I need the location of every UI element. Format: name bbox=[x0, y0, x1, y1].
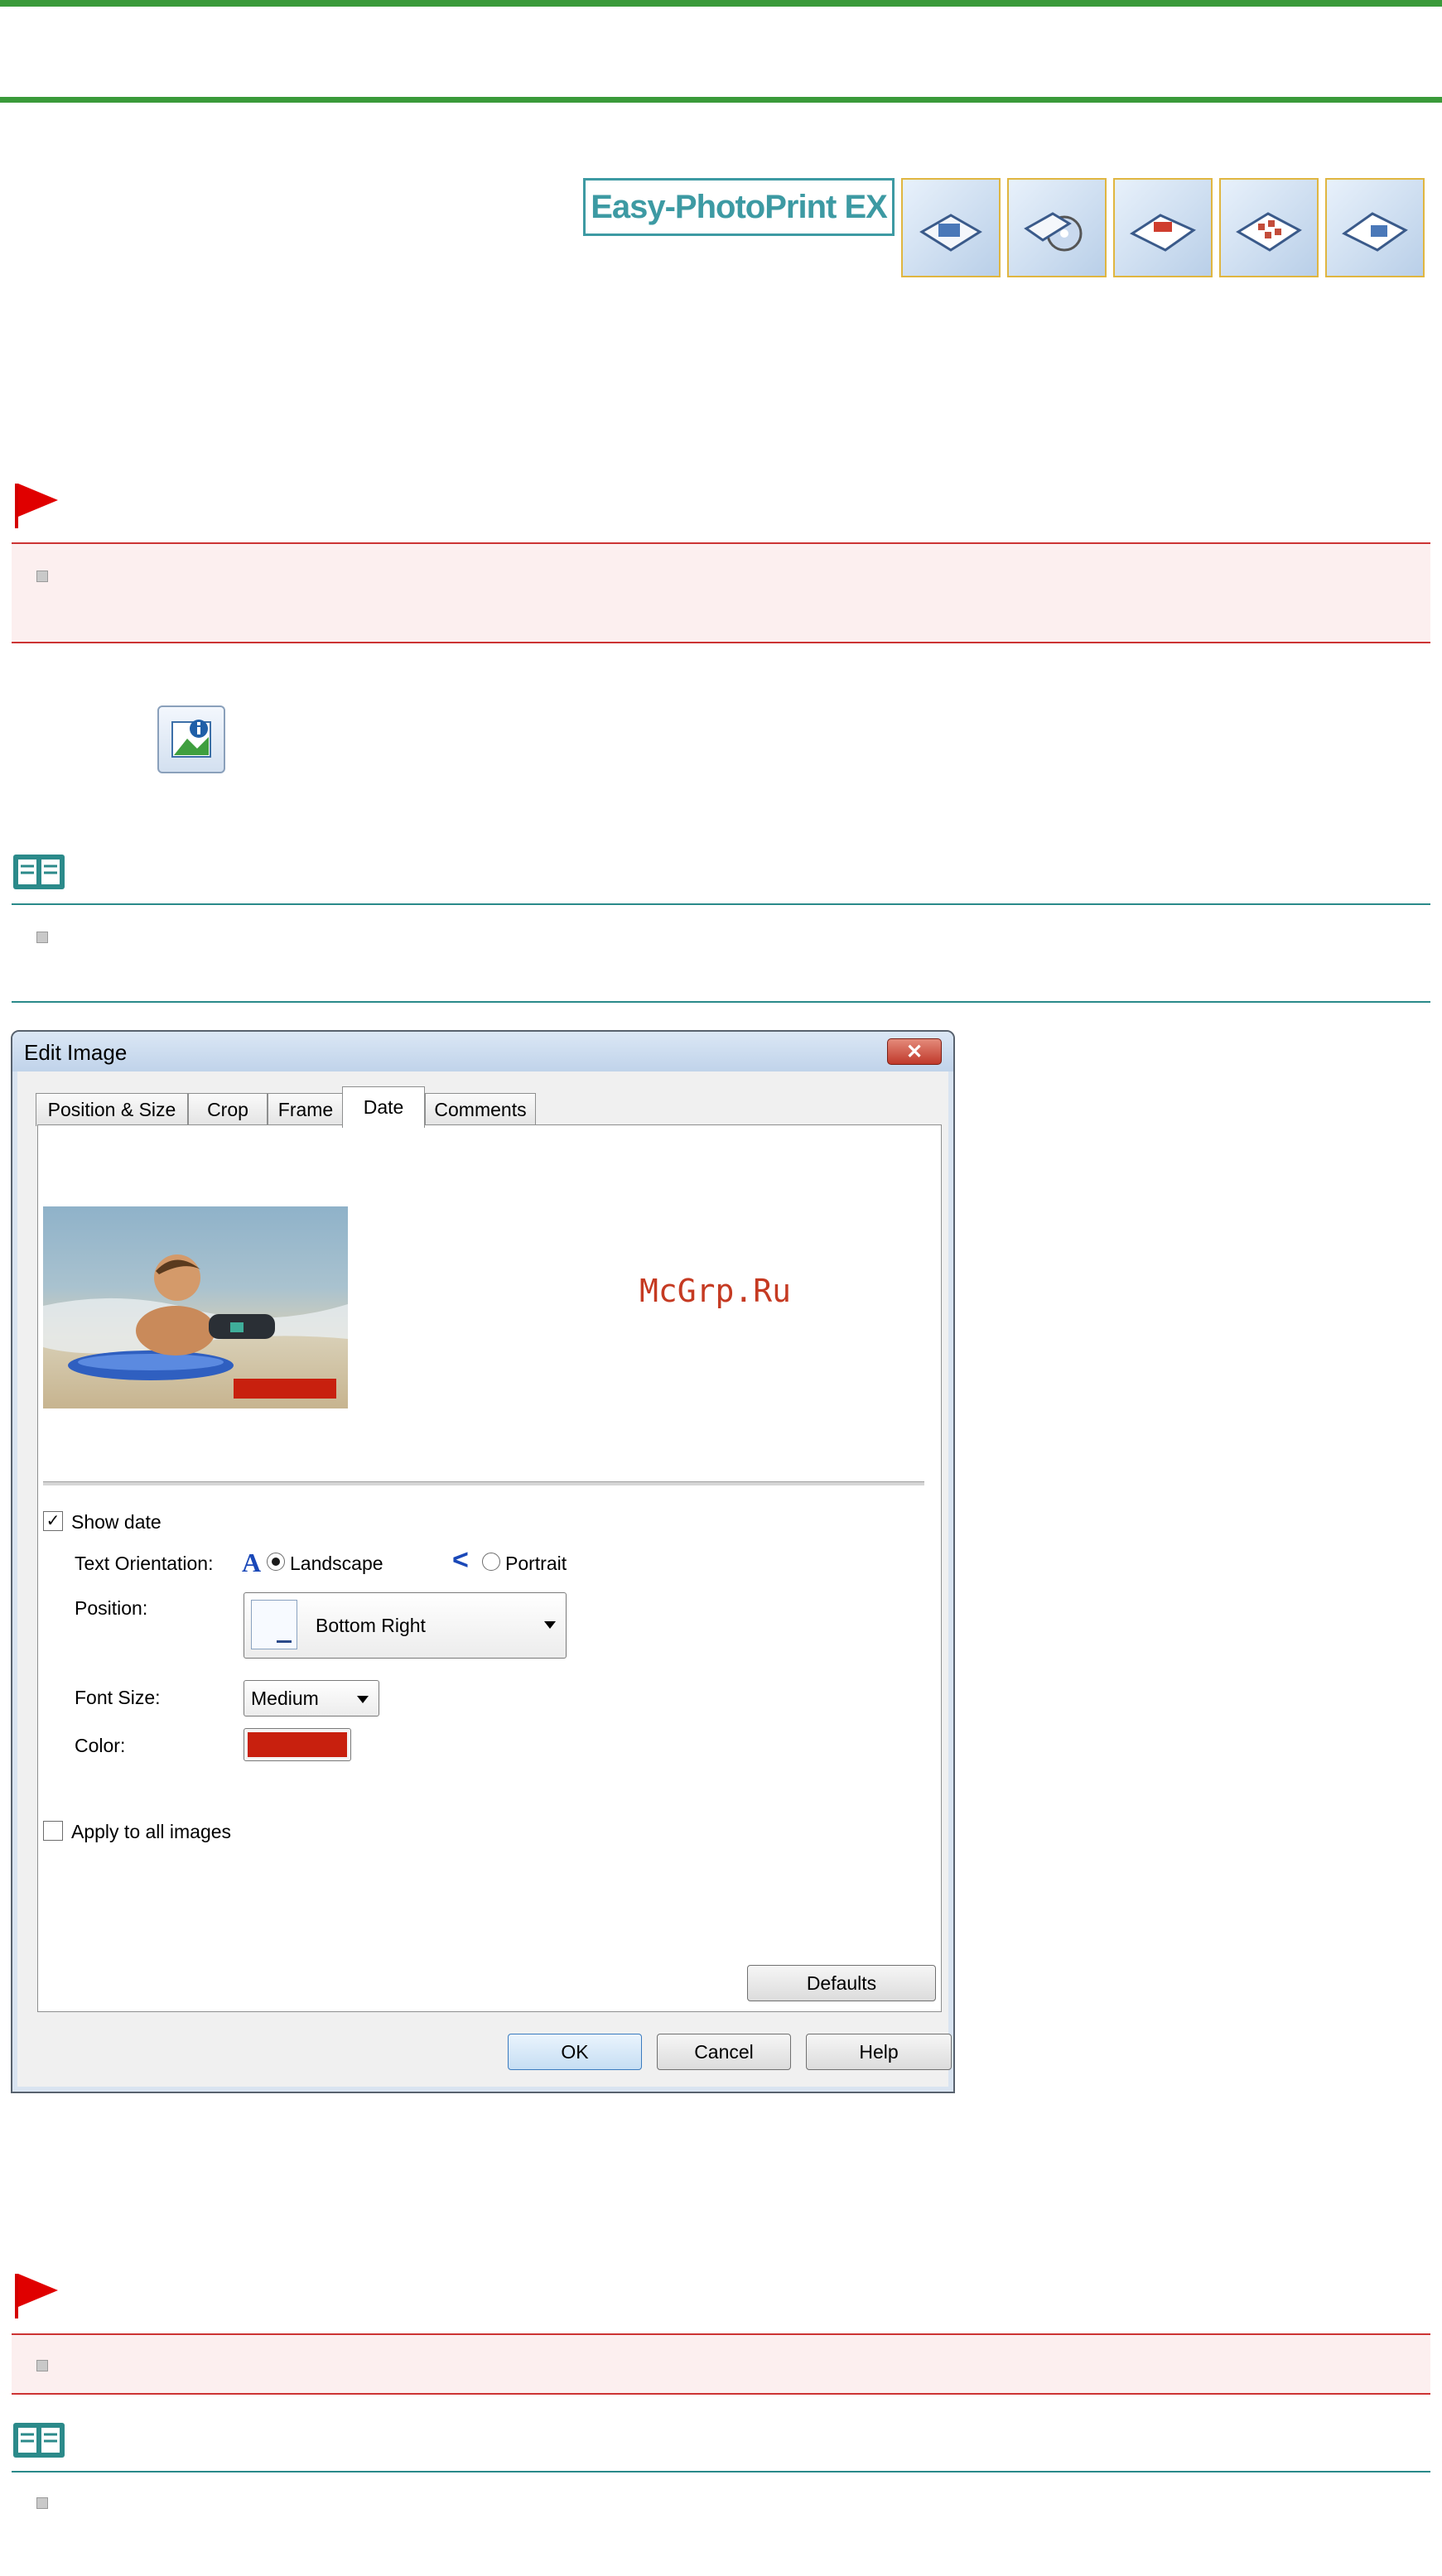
close-button[interactable]: ✕ bbox=[887, 1038, 942, 1065]
separator bbox=[43, 1481, 924, 1486]
preview-image bbox=[43, 1206, 348, 1408]
note-book-icon bbox=[13, 855, 65, 889]
important-box-2 bbox=[12, 2333, 1430, 2395]
note-box-1 bbox=[12, 903, 1430, 1003]
image-info-icon bbox=[171, 720, 211, 758]
position-label: Position: bbox=[75, 1597, 148, 1619]
color-picker-button[interactable] bbox=[244, 1728, 351, 1761]
date-tab-panel: McGrp.Ru ✓ Show date Text Orientation: A… bbox=[37, 1124, 942, 2012]
tab-crop[interactable]: Crop bbox=[188, 1093, 268, 1126]
font-size-label: Font Size: bbox=[75, 1687, 161, 1708]
album-icon[interactable] bbox=[901, 178, 1001, 277]
app-logo: Easy-PhotoPrint EX bbox=[583, 178, 895, 236]
dialog-titlebar: Edit Image ✕ bbox=[12, 1032, 953, 1071]
dialog-title: Edit Image bbox=[24, 1040, 128, 1065]
color-label: Color: bbox=[75, 1735, 126, 1756]
ok-button[interactable]: OK bbox=[508, 2034, 642, 2070]
position-dropdown[interactable]: Bottom Right bbox=[244, 1592, 567, 1659]
header-rule bbox=[0, 97, 1442, 103]
cancel-button[interactable]: Cancel bbox=[657, 2034, 791, 2070]
bullet-marker bbox=[36, 571, 48, 582]
help-button[interactable]: Help bbox=[806, 2034, 952, 2070]
landscape-label: Landscape bbox=[290, 1553, 383, 1574]
watermark-text: McGrp.Ru bbox=[639, 1273, 792, 1309]
checkmark-icon: ✓ bbox=[46, 1512, 60, 1530]
apply-all-checkbox[interactable] bbox=[43, 1821, 63, 1841]
text-orientation-label: Text Orientation: bbox=[75, 1553, 214, 1574]
font-size-dropdown[interactable]: Medium bbox=[244, 1680, 379, 1717]
date-stamp-preview bbox=[234, 1379, 336, 1399]
defaults-button[interactable]: Defaults bbox=[747, 1965, 936, 2001]
important-flag-icon bbox=[15, 2274, 58, 2318]
image-info-button[interactable] bbox=[157, 705, 225, 773]
note-book-icon bbox=[13, 2423, 65, 2458]
bullet-marker bbox=[36, 2360, 48, 2371]
bullet-marker bbox=[36, 2497, 48, 2509]
top-rule bbox=[0, 0, 1442, 7]
layout-print-icon[interactable] bbox=[1325, 178, 1425, 277]
position-preview-icon bbox=[251, 1600, 297, 1649]
tab-frame[interactable]: Frame bbox=[268, 1093, 344, 1126]
show-date-label: Show date bbox=[71, 1511, 162, 1533]
position-value: Bottom Right bbox=[316, 1615, 426, 1636]
color-swatch bbox=[248, 1732, 347, 1757]
note-box-2 bbox=[12, 2471, 1430, 2564]
edit-image-dialog: Edit Image ✕ Position & Size Crop Frame … bbox=[11, 1030, 955, 2093]
stickers-icon[interactable] bbox=[1219, 178, 1319, 277]
show-date-checkbox[interactable]: ✓ bbox=[43, 1511, 63, 1531]
chevron-down-icon bbox=[357, 1696, 369, 1703]
portrait-label: Portrait bbox=[505, 1553, 567, 1574]
important-box-1 bbox=[12, 542, 1430, 643]
font-size-value: Medium bbox=[251, 1688, 319, 1709]
tab-comments[interactable]: Comments bbox=[425, 1093, 536, 1126]
bullet-marker bbox=[36, 932, 48, 943]
landscape-a-icon: A bbox=[242, 1548, 262, 1577]
important-flag-icon bbox=[15, 484, 58, 528]
landscape-radio[interactable] bbox=[267, 1553, 285, 1571]
tab-position-size[interactable]: Position & Size bbox=[36, 1093, 188, 1126]
calendar-icon[interactable] bbox=[1113, 178, 1213, 277]
cd-label-icon[interactable] bbox=[1007, 178, 1107, 277]
apply-all-label: Apply to all images bbox=[71, 1821, 232, 1842]
portrait-radio[interactable] bbox=[482, 1553, 500, 1571]
tab-date[interactable]: Date bbox=[342, 1086, 425, 1128]
portrait-a-icon: < bbox=[452, 1544, 469, 1576]
chevron-down-icon bbox=[544, 1621, 556, 1629]
